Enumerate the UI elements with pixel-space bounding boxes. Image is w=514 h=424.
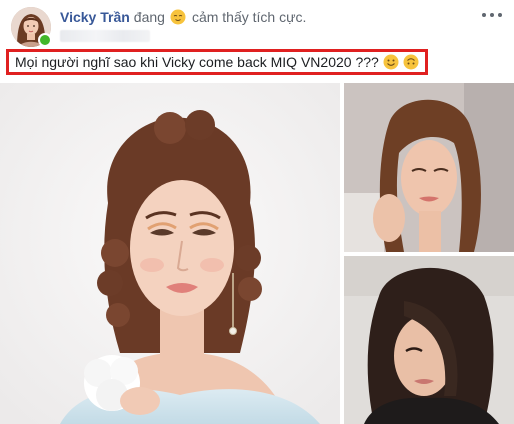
dot-icon bbox=[498, 13, 502, 17]
feeling-prefix: đang bbox=[133, 9, 165, 25]
smiling-face-emoji-icon bbox=[383, 54, 399, 70]
author-name-link[interactable]: Vicky Trần bbox=[60, 9, 130, 25]
dot-icon bbox=[490, 13, 494, 17]
avatar[interactable] bbox=[11, 7, 52, 47]
post-text: Mọi người nghĩ sao khi Vicky come back M… bbox=[15, 54, 379, 70]
relieved-face-emoji-icon bbox=[170, 9, 186, 25]
post-header: Vicky Trần đang cảm thấy tích cực. bbox=[60, 9, 306, 25]
post-timestamp-blurred[interactable] bbox=[60, 30, 150, 42]
upside-down-face-emoji-icon bbox=[403, 54, 419, 70]
more-options-button[interactable] bbox=[482, 8, 502, 22]
photo-top-right[interactable] bbox=[344, 83, 514, 252]
highlighted-post-text: Mọi người nghĩ sao khi Vicky come back M… bbox=[6, 49, 428, 75]
dot-icon bbox=[482, 13, 486, 17]
photo-main[interactable] bbox=[0, 83, 340, 424]
photo-bottom-right[interactable] bbox=[344, 256, 514, 424]
facebook-post: Vicky Trần đang cảm thấy tích cực. Mọi n… bbox=[0, 0, 514, 424]
feeling-text[interactable]: cảm thấy tích cực. bbox=[192, 9, 306, 25]
online-status-indicator bbox=[38, 33, 52, 47]
